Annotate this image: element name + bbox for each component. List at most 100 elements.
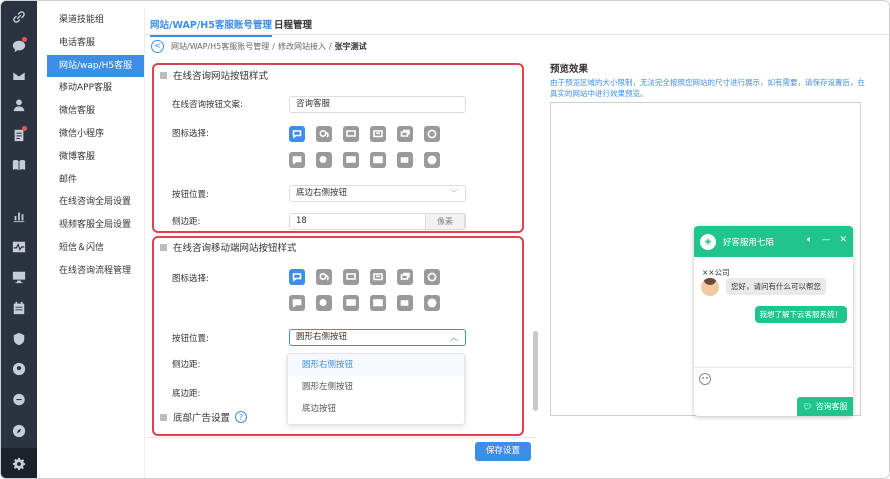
double-bubble-icon[interactable]: [316, 126, 332, 142]
user-icon[interactable]: [9, 95, 29, 115]
back-icon[interactable]: <: [151, 39, 164, 53]
consult-label: 咨询客服: [815, 402, 848, 411]
subnav-item-web[interactable]: 网站/wap/H5客服: [47, 54, 144, 78]
mail-icon[interactable]: [9, 66, 29, 86]
subnav-item-skill-group[interactable]: 渠道技能组: [47, 9, 144, 32]
breadcrumb-current: 张宇测试: [334, 41, 367, 51]
filled-message-box-icon[interactable]: [370, 152, 386, 168]
double-bubble-icon[interactable]: [316, 269, 332, 285]
calendar-icon[interactable]: [9, 298, 29, 318]
breadcrumb-link-edit[interactable]: 修改网站接入: [278, 41, 326, 52]
help-icon[interactable]: ?: [235, 411, 248, 423]
subnav-item-phone[interactable]: 电话客服: [47, 32, 144, 55]
incoming-message: 您好，请问有什么可以帮您: [726, 278, 826, 295]
shield-icon[interactable]: [9, 329, 29, 349]
round-dots-icon[interactable]: [424, 269, 440, 285]
chat-bubble-icon[interactable]: [289, 126, 305, 142]
dots-bubble-icon[interactable]: [343, 126, 359, 142]
section-title-text: 在线咨询网站按钮样式: [173, 71, 269, 82]
button-position-select[interactable]: 底边右侧按钮 ﹀: [289, 185, 466, 202]
subnav-item-app[interactable]: 移动APP客服: [47, 77, 144, 100]
monitor-icon[interactable]: [9, 267, 29, 287]
subnav-item-flow[interactable]: 在线咨询流程管理: [47, 260, 144, 283]
button-position-label: 按钮位置:: [172, 190, 209, 200]
chat-icon[interactable]: [9, 36, 29, 56]
subnav-item-video-global[interactable]: 视频客服全局设置: [47, 214, 144, 237]
section-marker: [160, 413, 167, 421]
gear-icon[interactable]: [9, 454, 29, 474]
subnav-item-wechat[interactable]: 微信客服: [47, 100, 144, 123]
preview-title: 预览效果: [550, 64, 589, 75]
compass-icon[interactable]: [9, 421, 29, 441]
emoji-icon[interactable]: [699, 373, 711, 385]
chat-bubble-icon: 💬︎: [802, 402, 813, 411]
position-dropdown: 圆形右侧按钮 圆形左侧按钮 底边按钮: [287, 353, 465, 425]
tab-account-management[interactable]: 网站/WAP/H5客服账号管理: [150, 17, 272, 37]
app-window: 渠道技能组 电话客服 网站/wap/H5客服 移动APP客服 微信客服 微信小程…: [0, 0, 890, 479]
round-dots-icon[interactable]: [424, 126, 440, 142]
subnav-item-chat-global[interactable]: 在线咨询全局设置: [47, 191, 144, 214]
mobile-position-select[interactable]: 圆形右侧按钮 ︿: [289, 329, 466, 346]
filled-message-box-icon[interactable]: [370, 295, 386, 311]
dropdown-option[interactable]: 底边按钮: [288, 398, 464, 420]
dropdown-option[interactable]: 圆形左侧按钮: [288, 376, 464, 398]
clipboard-icon[interactable]: [9, 125, 29, 145]
message-box-icon[interactable]: [370, 126, 386, 142]
section-title-ad: 底部广告设置 ?: [160, 410, 248, 424]
save-settings-button[interactable]: 保存设置: [475, 442, 531, 461]
button-position-value: 底边右侧按钮: [296, 188, 348, 198]
breadcrumb-link-accounts[interactable]: 网站/WAP/H5客服账号管理: [171, 41, 269, 52]
filled-dots-bubble-icon[interactable]: [343, 152, 359, 168]
location-icon[interactable]: [9, 359, 29, 379]
pixel-unit-label: 像素: [425, 213, 465, 230]
scrollbar[interactable]: [533, 331, 538, 411]
filled-dots-bubble-icon[interactable]: [343, 295, 359, 311]
button-text-input[interactable]: 咨询客服: [289, 96, 466, 113]
side-margin-input[interactable]: 18 像素: [289, 213, 466, 230]
mobile-side-margin-label: 侧边距:: [172, 360, 201, 370]
chat-controls: 🔈︎ — ✕: [807, 235, 847, 245]
side-margin-label: 侧边距:: [172, 217, 201, 227]
filled-bubble-icon[interactable]: [289, 295, 305, 311]
stacked-bubble-icon[interactable]: [397, 126, 413, 142]
close-icon[interactable]: ✕: [839, 235, 847, 245]
icon-grid-mobile: [289, 269, 440, 311]
side-margin-value: 18: [296, 216, 307, 226]
mobile-position-label: 按钮位置:: [172, 334, 209, 344]
chevron-down-icon: ﹀: [450, 189, 458, 198]
web-button-style-panel: 在线咨询网站按钮样式 在线咨询按钮文案: 咨询客服 图标选择: 按钮位置: 底边…: [152, 63, 524, 233]
breadcrumb-separator: /: [328, 41, 332, 51]
filled-stacked-bubble-icon[interactable]: [397, 295, 413, 311]
stacked-bubble-icon[interactable]: [397, 269, 413, 285]
subnav-item-sms[interactable]: 短信＆闪信: [47, 237, 144, 260]
minimize-icon[interactable]: —: [821, 235, 830, 245]
tab-schedule[interactable]: 日程管理: [274, 17, 312, 31]
subnav-item-miniprogram[interactable]: 微信小程序: [47, 123, 144, 146]
icon-grid-web: [289, 126, 440, 168]
chat-bubble-icon[interactable]: [289, 269, 305, 285]
dropdown-option[interactable]: 圆形右侧按钮: [288, 354, 464, 376]
link-icon[interactable]: [9, 7, 29, 27]
filled-double-bubble-icon[interactable]: [316, 152, 332, 168]
outgoing-message: 我想了解下云客服系统！: [754, 306, 847, 323]
tab-bar: 网站/WAP/H5客服账号管理 日程管理: [146, 11, 889, 37]
subnav-item-email[interactable]: 邮件: [47, 169, 144, 192]
message-icon[interactable]: [9, 390, 29, 410]
subnav-item-weibo[interactable]: 微博客服: [47, 146, 144, 169]
section-title-text: 底部广告设置: [173, 413, 231, 424]
filled-round-dots-icon[interactable]: [424, 295, 440, 311]
bar-chart-icon[interactable]: [9, 206, 29, 226]
chat-header: ◈ 好客服用七陌 🔈︎ — ✕: [694, 226, 853, 257]
pulse-icon[interactable]: [9, 237, 29, 257]
volume-icon[interactable]: 🔈︎: [807, 235, 812, 245]
filled-round-dots-icon[interactable]: [424, 152, 440, 168]
book-icon[interactable]: [9, 155, 29, 175]
filled-double-bubble-icon[interactable]: [316, 295, 332, 311]
section-title-mobile: 在线咨询移动端网站按钮样式: [160, 240, 297, 254]
filled-bubble-icon[interactable]: [289, 152, 305, 168]
dots-bubble-icon[interactable]: [343, 269, 359, 285]
filled-stacked-bubble-icon[interactable]: [397, 152, 413, 168]
message-box-icon[interactable]: [370, 269, 386, 285]
agent-company-name: ××公司: [702, 268, 730, 277]
consult-float-button[interactable]: 💬︎ 咨询客服: [797, 397, 853, 416]
